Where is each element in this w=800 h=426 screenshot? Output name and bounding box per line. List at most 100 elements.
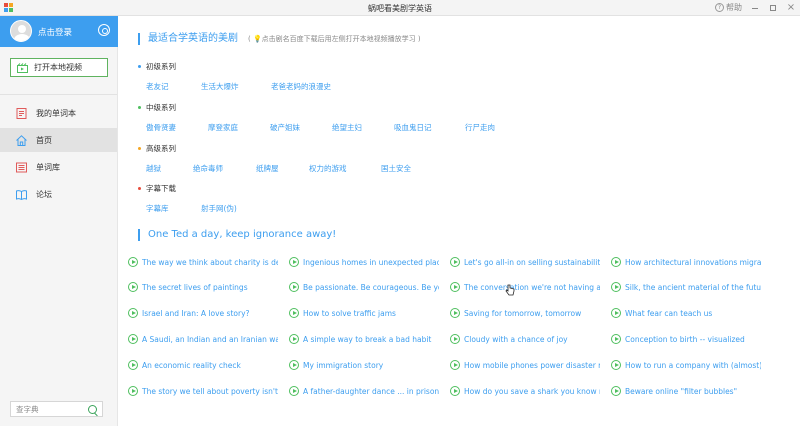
avatar[interactable]: [10, 20, 32, 42]
ted-talk-item[interactable]: Let's go all-in on selling sustainabilit…: [450, 257, 600, 267]
search-icon[interactable]: [88, 405, 97, 414]
play-icon[interactable]: [128, 308, 138, 318]
ted-talk-item[interactable]: Israel and Iran: A love story?: [128, 308, 278, 318]
minimize-button[interactable]: [750, 3, 760, 13]
show-link[interactable]: 射手网(伪): [201, 203, 237, 214]
ted-talk-item[interactable]: A father-daughter dance ... in prison: [289, 386, 439, 396]
login-link[interactable]: 点击登录: [38, 26, 72, 38]
play-icon[interactable]: [450, 334, 460, 344]
play-icon[interactable]: [611, 360, 621, 370]
nav-item-wordbook[interactable]: 我的单词本: [0, 101, 117, 125]
ted-talk-item[interactable]: Saving for tomorrow, tomorrow: [450, 308, 600, 318]
show-link[interactable]: 生活大爆炸: [201, 81, 239, 92]
play-icon[interactable]: [611, 282, 621, 292]
home-icon: [16, 134, 27, 146]
level-label: 中级系列: [146, 103, 176, 112]
show-link[interactable]: 越狱: [146, 163, 161, 174]
show-link[interactable]: 绝命毒师: [193, 163, 223, 174]
ted-talk-item[interactable]: The story we tell about poverty isn't tr…: [128, 386, 278, 396]
ted-talk-title: Saving for tomorrow, tomorrow: [464, 308, 582, 318]
ted-talk-item[interactable]: What fear can teach us: [611, 308, 761, 318]
play-icon[interactable]: [289, 360, 299, 370]
play-icon[interactable]: [128, 282, 138, 292]
nav-item-home[interactable]: 首页: [0, 128, 117, 152]
ted-talk-title: Ingenious homes in unexpected places: [303, 257, 439, 267]
play-icon[interactable]: [128, 386, 138, 396]
play-icon[interactable]: [289, 257, 299, 267]
gear-icon[interactable]: [98, 24, 110, 36]
ted-talk-item[interactable]: A simple way to break a bad habit: [289, 334, 439, 344]
dictionary-search-input[interactable]: [16, 404, 86, 414]
play-icon[interactable]: [611, 257, 621, 267]
ted-talk-title: My immigration story: [303, 360, 384, 370]
play-icon[interactable]: [450, 308, 460, 318]
open-local-video-button[interactable]: 打开本地视频: [10, 58, 108, 77]
help-button[interactable]: ? 帮助: [715, 2, 742, 13]
wordlist-icon: [16, 162, 27, 172]
play-icon[interactable]: [289, 282, 299, 292]
play-icon[interactable]: [611, 308, 621, 318]
play-icon[interactable]: [450, 360, 460, 370]
nav-item-wordlist[interactable]: 单词库: [0, 155, 117, 179]
show-link[interactable]: 摩登家庭: [208, 122, 238, 133]
show-link[interactable]: 破产姐妹: [270, 122, 300, 133]
nav-label: 单词库: [36, 162, 60, 172]
show-link[interactable]: 绝望主妇: [332, 122, 362, 133]
divider: [0, 94, 117, 95]
show-link[interactable]: 吸血鬼日记: [394, 122, 432, 133]
level-dot: [138, 187, 141, 190]
show-link[interactable]: 权力的游戏: [309, 163, 347, 174]
nav-item-forum[interactable]: 论坛: [0, 182, 117, 206]
ted-talk-title: The secret lives of paintings: [142, 282, 248, 292]
ted-talk-item[interactable]: How architectural innovations migrate: [611, 257, 761, 267]
play-icon[interactable]: [289, 386, 299, 396]
section-title-text: 最适合学英语的美剧: [148, 33, 238, 44]
maximize-button[interactable]: [768, 3, 778, 13]
show-link[interactable]: 行尸走肉: [465, 122, 495, 133]
play-icon[interactable]: [611, 334, 621, 344]
level-dot: [138, 147, 141, 150]
play-icon[interactable]: [128, 257, 138, 267]
ted-talk-item[interactable]: The way we think about charity is dead: [128, 257, 278, 267]
ted-talk-item[interactable]: Cloudy with a chance of joy: [450, 334, 600, 344]
play-icon[interactable]: [289, 334, 299, 344]
ted-talk-item[interactable]: How mobile phones power disaster relie: [450, 360, 600, 370]
ted-talk-item[interactable]: The conversation we're not having abou: [450, 282, 600, 292]
ted-talk-title: Conception to birth -- visualized: [625, 334, 745, 344]
play-icon[interactable]: [128, 360, 138, 370]
play-icon[interactable]: [450, 257, 460, 267]
play-icon[interactable]: [128, 334, 138, 344]
ted-talk-item[interactable]: The secret lives of paintings: [128, 282, 278, 292]
ted-talk-item[interactable]: How to run a company with (almost) no: [611, 360, 761, 370]
play-icon[interactable]: [450, 282, 460, 292]
ted-talk-title: How do you save a shark you know not: [464, 386, 600, 396]
show-link[interactable]: 老友记: [146, 81, 169, 92]
ted-talk-item[interactable]: An economic reality check: [128, 360, 278, 370]
level-subtitles: 字幕下载: [138, 183, 176, 194]
play-icon[interactable]: [289, 308, 299, 318]
play-icon[interactable]: [450, 386, 460, 396]
ted-talk-item[interactable]: Silk, the ancient material of the future: [611, 282, 761, 292]
close-button[interactable]: ×: [786, 2, 796, 13]
ted-talk-item[interactable]: Conception to birth -- visualized: [611, 334, 761, 344]
ted-talk-item[interactable]: Be passionate. Be courageous. Be your: [289, 282, 439, 292]
ted-talk-title: Israel and Iran: A love story?: [142, 308, 250, 318]
open-local-video-label: 打开本地视频: [34, 63, 82, 72]
ted-talk-item[interactable]: How to solve traffic jams: [289, 308, 439, 318]
ted-talk-title: How architectural innovations migrate: [625, 257, 761, 267]
level-intermediate: 中级系列: [138, 102, 176, 113]
ted-talk-item[interactable]: How do you save a shark you know not: [450, 386, 600, 396]
ted-talk-title: Let's go all-in on selling sustainabilit…: [464, 257, 600, 267]
ted-talk-item[interactable]: Beware online "filter bubbles": [611, 386, 761, 396]
show-link[interactable]: 老爸老妈的浪漫史: [271, 81, 331, 92]
ted-talk-item[interactable]: Ingenious homes in unexpected places: [289, 257, 439, 267]
ted-talk-title: Cloudy with a chance of joy: [464, 334, 568, 344]
show-link[interactable]: 傲骨贤妻: [146, 122, 176, 133]
show-link[interactable]: 国土安全: [381, 163, 411, 174]
play-icon[interactable]: [611, 386, 621, 396]
show-link[interactable]: 字幕库: [146, 203, 169, 214]
level-beginner: 初级系列: [138, 61, 176, 72]
show-link[interactable]: 纸牌屋: [256, 163, 279, 174]
ted-talk-item[interactable]: My immigration story: [289, 360, 439, 370]
ted-talk-item[interactable]: A Saudi, an Indian and an Iranian walk i: [128, 334, 278, 344]
